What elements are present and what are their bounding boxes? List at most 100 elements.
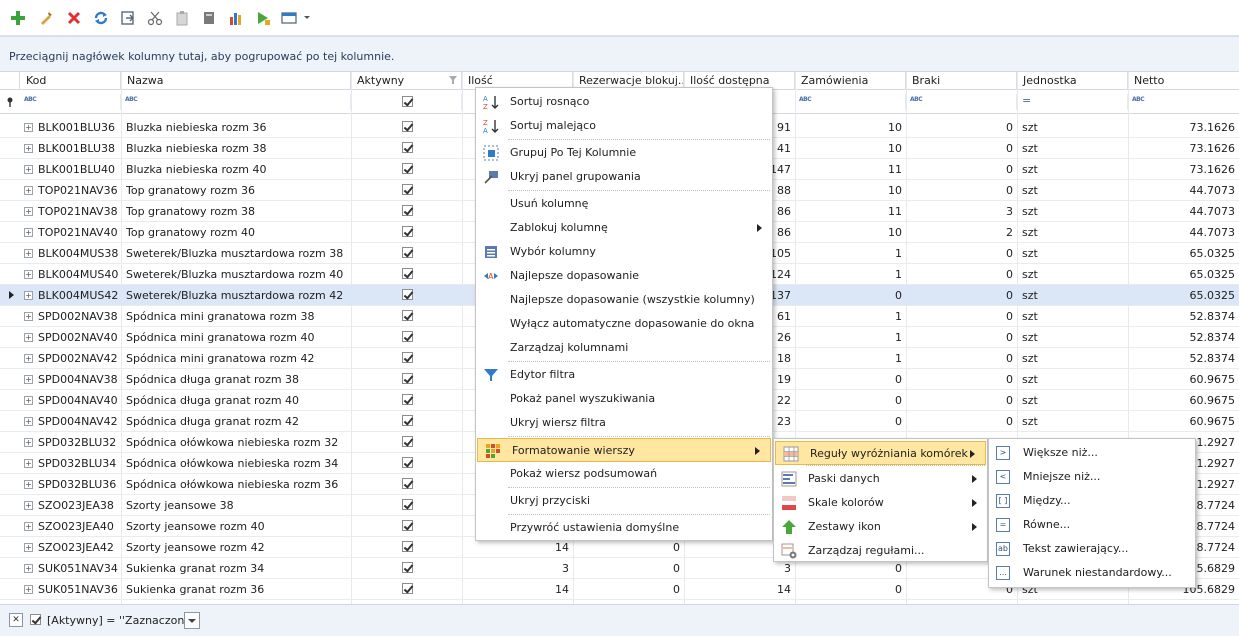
aktywny-checkbox[interactable] [402,205,413,216]
menu-manage-columns[interactable]: Zarządzaj kolumnami [476,336,772,360]
cell-braki[interactable]: 3 [906,201,1017,222]
aktywny-checkbox[interactable] [402,415,413,426]
cell-nazwa[interactable]: Sweterek/Bluzka musztardowa rozm 38 [126,243,350,264]
cell-zamowienia[interactable]: 0 [795,579,906,600]
cell-netto[interactable]: 52.8374 [1128,327,1239,348]
submenu-color-scales[interactable]: Skale kolorów [774,491,987,515]
cell-zamowienia[interactable]: 10 [795,117,906,138]
cell-braki[interactable]: 0 [906,390,1017,411]
cell-kod[interactable]: SPD002NAV42 [38,348,121,369]
cell-braki[interactable]: 0 [906,138,1017,159]
cell-nazwa[interactable]: Szorty jeansowe rozm 42 [126,537,350,558]
rule-between[interactable]: [ ] Między... [989,489,1195,513]
aktywny-checkbox[interactable] [402,541,413,552]
cell-nazwa[interactable]: Sweterek/Bluzka musztardowa rozm 40 [126,264,350,285]
cell-jednostka[interactable]: szt [1022,348,1122,369]
cell-jednostka[interactable]: szt [1022,264,1122,285]
expand-row-icon[interactable]: + [24,123,33,132]
cell-zamowienia[interactable]: 0 [795,411,906,432]
cell-nazwa[interactable]: Spódnica długa granat rozm 40 [126,390,350,411]
expand-row-icon[interactable]: + [24,207,33,216]
filter-cell-braki[interactable]: ABC [906,94,1017,110]
cell-jednostka[interactable]: szt [1022,411,1122,432]
cell-nazwa[interactable]: Sukienka granat rozm 34 [126,558,350,579]
cell-jednostka[interactable]: szt [1022,138,1122,159]
cell-zamowienia[interactable]: 1 [795,306,906,327]
cell-nazwa[interactable]: Top granatowy rozm 40 [126,222,350,243]
cell-netto[interactable]: 60.9675 [1128,369,1239,390]
cell-rezerwacje[interactable]: 0 [573,558,684,579]
cell-kod[interactable]: SZO023JEA42 [38,537,121,558]
aktywny-checkbox[interactable] [402,520,413,531]
cell-nazwa[interactable]: Sukienka granat rozm 36 [126,579,350,600]
cell-nazwa[interactable]: Spódnica mini granatowa rozm 38 [126,306,350,327]
active-filter-text[interactable]: [Aktywny] = ''Zaznaczony'' [47,614,197,627]
clear-filter-button[interactable]: ✕ [9,613,23,627]
aktywny-checkbox[interactable] [402,562,413,573]
cell-jednostka[interactable]: szt [1022,180,1122,201]
cell-kod[interactable]: BLK004MUS38 [38,243,121,264]
document-icon[interactable] [200,9,218,27]
cell-jednostka[interactable]: szt [1022,285,1122,306]
cell-braki[interactable]: 0 [906,180,1017,201]
cell-kod[interactable]: SPD032BLU36 [38,474,121,495]
cell-jednostka[interactable]: szt [1022,369,1122,390]
aktywny-checkbox[interactable] [402,268,413,279]
cell-zamowienia[interactable]: 10 [795,138,906,159]
aktywny-checkbox[interactable] [402,121,413,132]
expand-row-icon[interactable]: + [24,165,33,174]
cell-kod[interactable]: SUK051NAV34 [38,558,121,579]
submenu-icon-sets[interactable]: Zestawy ikon [774,515,987,539]
aktywny-checkbox[interactable] [402,142,413,153]
expand-row-icon[interactable]: + [24,228,33,237]
cell-nazwa[interactable]: Szorty jeansowe rozm 40 [126,516,350,537]
cell-netto[interactable]: 73.1626 [1128,117,1239,138]
aktywny-checkbox[interactable] [402,310,413,321]
cell-nazwa[interactable]: Spódnica długa granat rozm 42 [126,411,350,432]
column-header-nazwa[interactable]: Nazwa [121,72,351,90]
cell-zamowienia[interactable]: 11 [795,201,906,222]
cell-zamowienia[interactable]: 0 [795,369,906,390]
cell-netto[interactable]: 65.0325 [1128,285,1239,306]
expand-row-icon[interactable]: + [24,480,33,489]
cell-nazwa[interactable]: Spódnica mini granatowa rozm 40 [126,327,350,348]
cell-kod[interactable]: SPD032BLU32 [38,432,121,453]
column-header-braki[interactable]: Braki [906,72,1017,90]
expand-row-icon[interactable]: + [24,522,33,531]
column-header-aktywny[interactable]: Aktywny [351,72,462,90]
cell-kod[interactable]: BLK001BLU40 [38,159,121,180]
cell-jednostka[interactable]: szt [1022,222,1122,243]
submenu-data-bars[interactable]: Paski danych [774,467,987,491]
run-icon[interactable] [254,9,272,27]
cell-kod[interactable]: BLK004MUS40 [38,264,121,285]
rule-custom-condition[interactable]: ... Warunek niestandardowy... [989,561,1195,585]
cell-braki[interactable]: 0 [906,411,1017,432]
aktywny-checkbox[interactable] [402,226,413,237]
filter-cell-zamowienia[interactable]: ABC [795,94,906,110]
cell-nazwa[interactable]: Bluzka niebieska rozm 40 [126,159,350,180]
cell-ilosc-dostepna[interactable]: 14 [684,579,795,600]
aktywny-checkbox[interactable] [402,478,413,489]
cell-nazwa[interactable]: Spódnica ołówkowa niebieska rozm 36 [126,474,350,495]
cell-netto[interactable]: 73.1626 [1128,159,1239,180]
cell-kod[interactable]: SPD004NAV38 [38,369,121,390]
aktywny-checkbox[interactable] [402,436,413,447]
submenu-highlight-rules[interactable]: Reguły wyróżniania komórek [775,441,986,465]
aktywny-checkbox[interactable] [402,247,413,258]
cell-zamowienia[interactable]: 10 [795,222,906,243]
cut-icon[interactable] [146,9,164,27]
cell-nazwa[interactable]: Sweterek/Bluzka musztardowa rozm 42 [126,285,350,306]
rule-less-than[interactable]: < Mniejsze niż... [989,465,1195,489]
menu-lock-column[interactable]: Zablokuj kolumnę [476,216,772,240]
cell-zamowienia[interactable]: 0 [795,285,906,306]
aktywny-checkbox[interactable] [402,331,413,342]
expand-row-icon[interactable]: + [24,564,33,573]
expand-row-icon[interactable]: + [24,396,33,405]
rule-text-contains[interactable]: ab Tekst zawierający... [989,537,1195,561]
menu-remove-column[interactable]: Usuń kolumnę [476,192,772,216]
expand-row-icon[interactable]: + [24,543,33,552]
filter-cell-nazwa[interactable]: ABC [121,94,351,110]
aktywny-checkbox[interactable] [402,289,413,300]
cell-braki[interactable]: 0 [906,264,1017,285]
cell-nazwa[interactable]: Szorty jeansowe 38 [126,495,350,516]
